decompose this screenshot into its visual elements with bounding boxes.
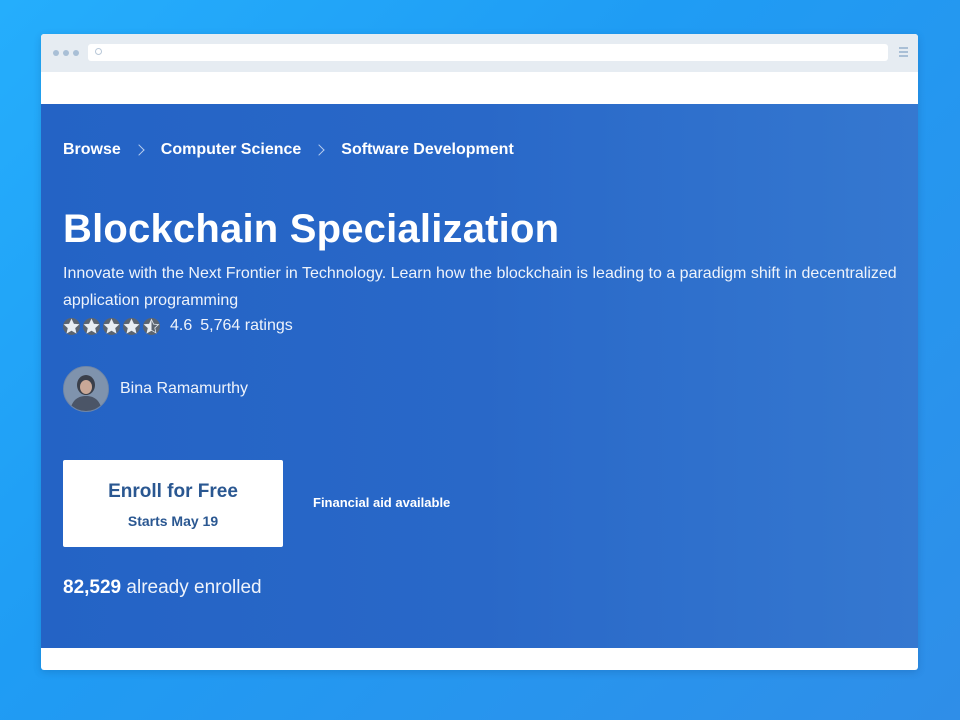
course-rating: 4.6 5,764 ratings	[63, 317, 293, 335]
course-subtitle: Innovate with the Next Frontier in Techn…	[63, 265, 897, 309]
rating-value: 4.6	[170, 317, 193, 334]
breadcrumb-software-development[interactable]: Software Development	[341, 141, 513, 159]
person-icon	[64, 367, 108, 411]
chevron-right-icon	[313, 144, 325, 156]
star-icon	[63, 317, 80, 335]
avatar[interactable]	[63, 366, 109, 412]
enroll-button[interactable]: Enroll for Free Starts May 19	[63, 460, 283, 547]
instructor[interactable]: Bina Ramamurthy	[63, 366, 248, 412]
window-dot-icon	[63, 50, 69, 56]
star-icon	[143, 317, 160, 335]
star-icon	[103, 317, 120, 335]
breadcrumb-computer-science[interactable]: Computer Science	[161, 141, 301, 159]
enrolled-suffix: already enrolled	[126, 577, 262, 598]
breadcrumb: Browse Computer Science Software Develop…	[63, 141, 514, 159]
enroll-label: Enroll for Free	[108, 480, 238, 502]
browser-window: Browse Computer Science Software Develop…	[41, 34, 918, 670]
course-title: Blockchain Specialization	[63, 207, 560, 251]
star-rating	[63, 317, 160, 335]
menu-icon[interactable]	[899, 47, 908, 57]
browser-toolbar	[41, 34, 918, 72]
reload-icon[interactable]	[95, 48, 102, 55]
course-hero: Browse Computer Science Software Develop…	[41, 104, 918, 648]
instructor-name[interactable]: Bina Ramamurthy	[120, 380, 248, 398]
address-bar[interactable]	[88, 44, 888, 61]
rating-count[interactable]: 5,764 ratings	[200, 317, 293, 335]
window-controls	[53, 50, 79, 56]
window-dot-icon	[53, 50, 59, 56]
enroll-start-date: Starts May 19	[127, 512, 219, 529]
star-icon	[123, 317, 140, 335]
enrolled-number: 82,529	[63, 577, 122, 598]
star-icon	[83, 317, 100, 335]
window-dot-icon	[73, 50, 79, 56]
breadcrumb-browse[interactable]: Browse	[63, 141, 121, 159]
financial-aid-link[interactable]: Financial aid available	[313, 495, 450, 510]
chevron-right-icon	[133, 144, 145, 156]
enrollment-count: 82,529 already enrolled	[63, 577, 262, 599]
